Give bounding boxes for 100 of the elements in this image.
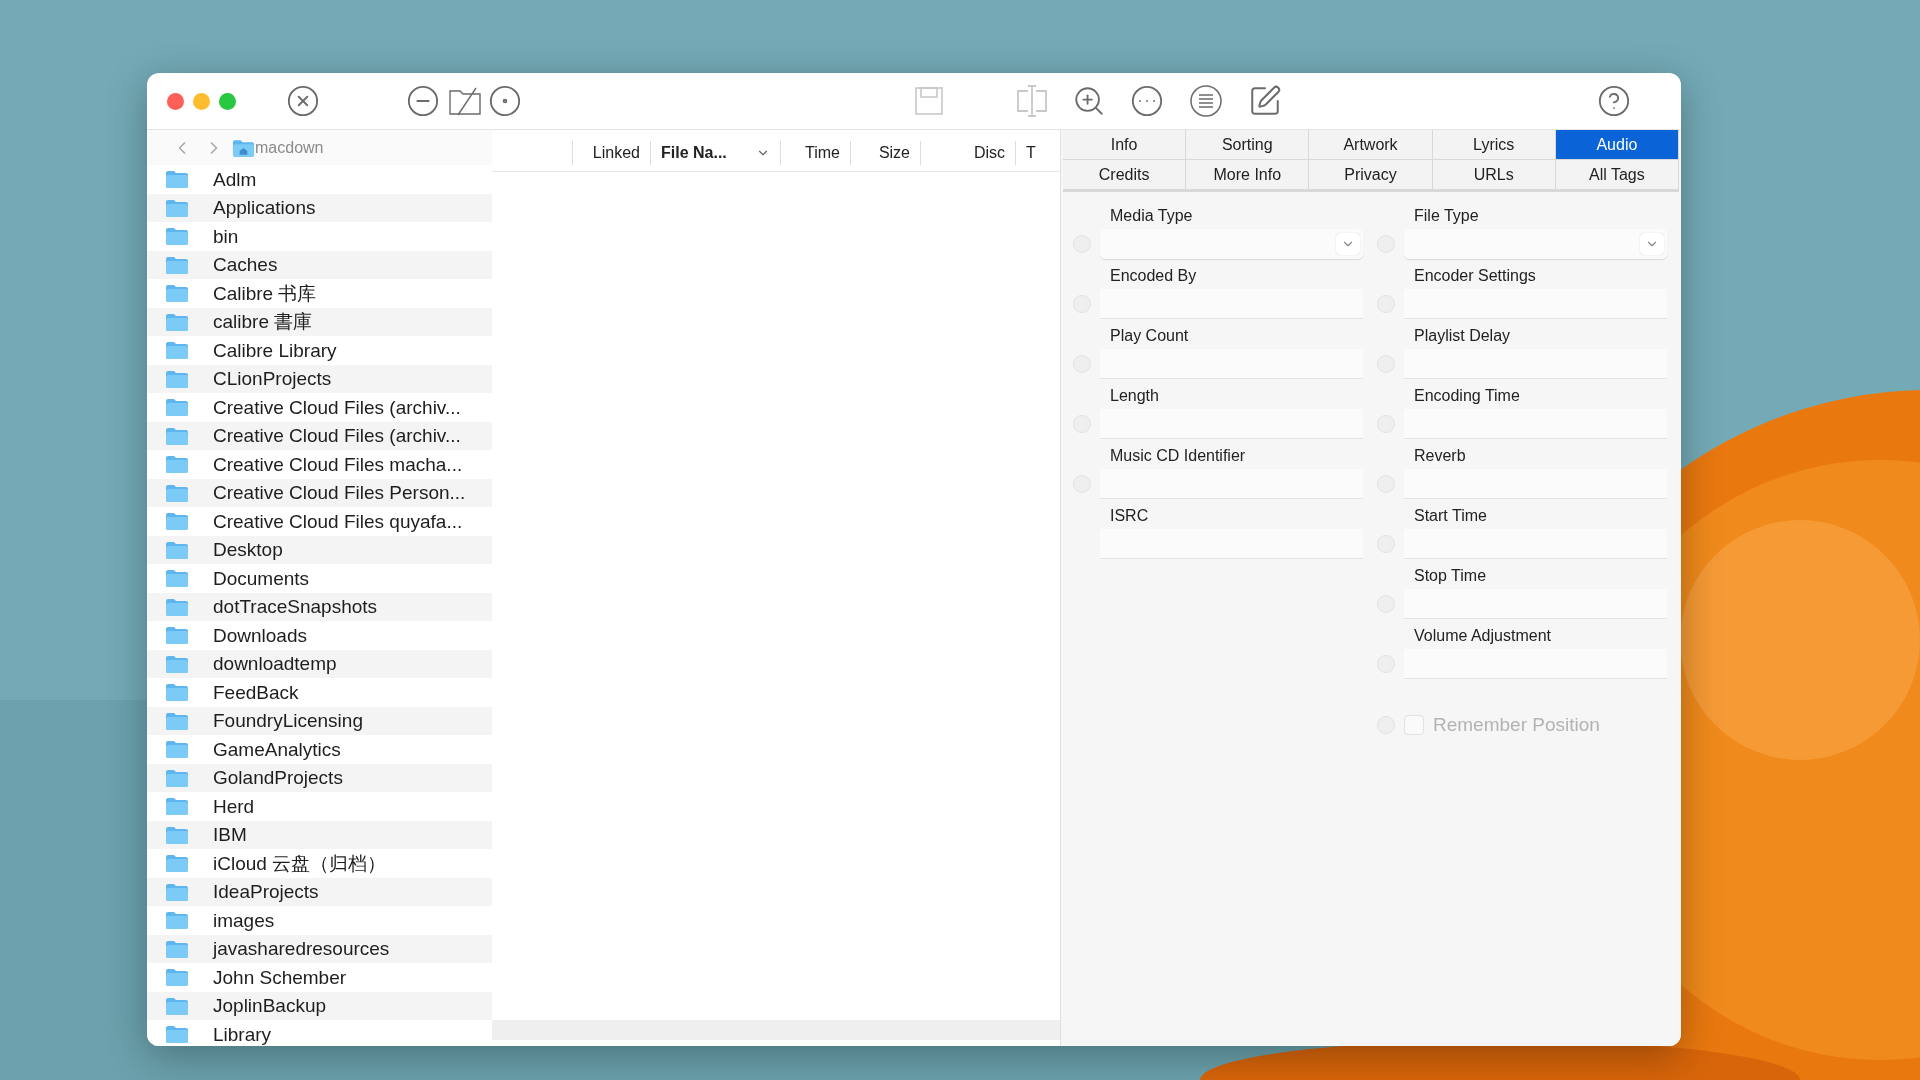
tab[interactable]: Info — [1063, 130, 1187, 160]
folder-name: images — [213, 910, 275, 930]
folder-icon — [165, 255, 189, 274]
field-label: Encoded By — [1110, 266, 1198, 286]
folder-name: Calibre 书库 — [213, 283, 317, 303]
more-icon[interactable] — [1130, 84, 1164, 118]
field-label: Music CD Identifier — [1110, 446, 1247, 466]
folder-name: downloadtemp — [213, 654, 337, 674]
folder-name: Creative Cloud Files Person... — [213, 483, 466, 503]
folder-name: bin — [213, 226, 239, 246]
folder-row[interactable]: javasharedresources — [147, 934, 492, 963]
folder-row[interactable]: downloadtemp — [147, 649, 492, 678]
folder-row[interactable]: Desktop — [147, 535, 492, 564]
tab[interactable]: All Tags — [1555, 160, 1679, 190]
close-icon[interactable] — [286, 84, 320, 118]
checkbox-label: Remember Position — [1433, 713, 1600, 737]
folder-row[interactable]: FoundryLicensing — [147, 706, 492, 735]
folder-name: iCloud 云盘（归档） — [213, 853, 387, 873]
folder-name: calibre 書庫 — [213, 312, 313, 332]
help-icon[interactable] — [1597, 84, 1631, 118]
folder-row[interactable]: GolandProjects — [147, 763, 492, 792]
folder-row[interactable]: calibre 書庫 — [147, 307, 492, 336]
tab[interactable]: Sorting — [1186, 130, 1310, 160]
folder-name: FeedBack — [213, 682, 299, 702]
column-header[interactable]: Disc — [920, 141, 1015, 165]
folder-name: Creative Cloud Files quyafa... — [213, 511, 463, 531]
folder-icon — [165, 1025, 189, 1044]
folder-icon — [165, 654, 189, 673]
field-label: Stop Time — [1414, 566, 1488, 586]
folder-row[interactable]: dotTraceSnapshots — [147, 592, 492, 621]
folder-slash-icon[interactable] — [448, 86, 482, 116]
folder-icon — [165, 398, 189, 417]
column-header[interactable]: Time — [780, 141, 850, 165]
select-field[interactable] — [1404, 229, 1667, 259]
list-icon[interactable] — [1189, 84, 1223, 118]
folder-row[interactable]: Creative Cloud Files Person... — [147, 478, 492, 507]
folder-name: Applications — [213, 198, 316, 218]
folder-icon — [165, 455, 189, 474]
home-folder-icon — [232, 138, 255, 157]
folder-icon — [165, 711, 189, 730]
folder-row[interactable]: JoplinBackup — [147, 991, 492, 1020]
folder-name: Creative Cloud Files (archiv... — [213, 426, 461, 446]
chevron-down-icon — [1336, 233, 1360, 255]
folder-name: GameAnalytics — [213, 739, 341, 759]
minimize-window-button[interactable] — [193, 92, 210, 110]
folder-row[interactable]: IBM — [147, 820, 492, 849]
edit-icon[interactable] — [1248, 84, 1282, 118]
folder-icon — [165, 939, 189, 958]
folder-icon — [165, 170, 189, 189]
folder-name: Creative Cloud Files macha... — [213, 454, 463, 474]
column-header[interactable]: Size — [850, 141, 920, 165]
folder-icon — [165, 911, 189, 930]
folder-name: IdeaProjects — [213, 882, 319, 902]
column-header[interactable]: File Na... — [650, 141, 780, 165]
folder-name: Creative Cloud Files (archiv... — [213, 397, 461, 417]
select-field[interactable] — [1100, 229, 1363, 259]
folder-name: javasharedresources — [213, 939, 390, 959]
field-label: Encoder Settings — [1414, 266, 1537, 286]
folder-icon — [165, 854, 189, 873]
field-label: ISRC — [1110, 506, 1150, 526]
folder-icon — [165, 882, 189, 901]
tab[interactable]: Artwork — [1309, 130, 1433, 160]
folder-icon — [165, 198, 189, 217]
minus-icon[interactable] — [406, 84, 440, 118]
field-label: Volume Adjustment — [1414, 626, 1552, 646]
folder-row[interactable]: Applications — [147, 193, 492, 222]
folder-icon — [165, 369, 189, 388]
close-window-button[interactable] — [167, 92, 184, 110]
tab[interactable]: URLs — [1432, 160, 1556, 190]
folder-icon — [165, 683, 189, 702]
folder-name: Herd — [213, 796, 255, 816]
folder-icon — [165, 740, 189, 759]
field-label: Play Count — [1110, 326, 1190, 346]
column-header[interactable]: Linked — [572, 141, 650, 165]
tab[interactable]: Lyrics — [1432, 130, 1556, 160]
column-header[interactable]: T — [1015, 141, 1045, 165]
folder-icon — [165, 768, 189, 787]
folder-row[interactable]: Creative Cloud Files (archiv... — [147, 421, 492, 450]
tab[interactable]: Credits — [1063, 160, 1187, 190]
path-label: macdown — [255, 137, 324, 158]
tab[interactable]: Privacy — [1309, 160, 1433, 190]
maximize-window-button[interactable] — [219, 92, 236, 110]
folder-icon — [165, 797, 189, 816]
field-label: Media Type — [1110, 206, 1194, 226]
folder-name: IBM — [213, 825, 247, 845]
folder-icon — [165, 569, 189, 588]
folder-row[interactable]: Library — [147, 1020, 492, 1046]
field-label: Start Time — [1414, 506, 1488, 526]
tab[interactable]: Audio — [1555, 130, 1679, 160]
folder-icon — [165, 483, 189, 502]
field-label: File Type — [1414, 206, 1480, 226]
folder-row[interactable]: CLionProjects — [147, 364, 492, 393]
folder-name: JoplinBackup — [213, 996, 327, 1016]
folder-name: Caches — [213, 255, 278, 275]
folder-name: Calibre Library — [213, 340, 337, 360]
folder-row[interactable]: IdeaProjects — [147, 877, 492, 906]
folder-row[interactable]: Caches — [147, 250, 492, 279]
disc-icon[interactable] — [488, 84, 522, 118]
zoom-in-icon[interactable] — [1072, 84, 1106, 118]
tab[interactable]: More Info — [1186, 160, 1310, 190]
